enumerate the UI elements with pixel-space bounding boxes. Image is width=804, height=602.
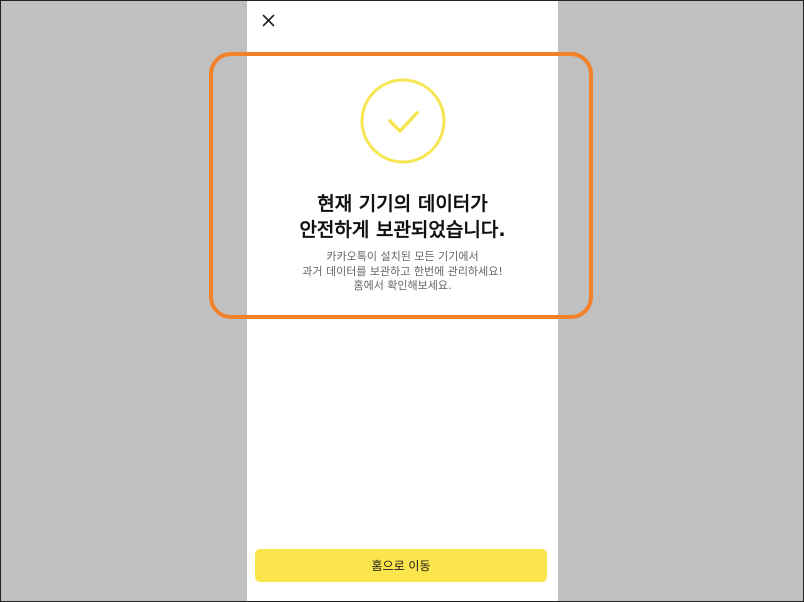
- close-button[interactable]: [259, 11, 279, 31]
- page-title: 현재 기기의 데이터가 안전하게 보관되었습니다.: [247, 191, 558, 243]
- screenshot-frame: 현재 기기의 데이터가 안전하게 보관되었습니다. 카카오톡이 설치된 모든 기…: [0, 0, 804, 602]
- title-line-1: 현재 기기의 데이터가: [317, 193, 488, 215]
- description: 카카오톡이 설치된 모든 기기에서 과거 데이터를 보관하고 한번에 관리하세요…: [247, 250, 558, 294]
- go-home-button[interactable]: 홈으로 이동: [255, 549, 547, 582]
- description-line-2: 과거 데이터를 보관하고 한번에 관리하세요!: [302, 264, 503, 278]
- title-line-2: 안전하게 보관되었습니다.: [299, 219, 506, 241]
- check-circle-icon: [360, 78, 446, 164]
- description-line-3: 홈에서 확인해보세요.: [353, 279, 452, 292]
- description-line-1: 카카오톡이 설치된 모든 기기에서: [326, 250, 479, 263]
- close-icon: [262, 14, 275, 27]
